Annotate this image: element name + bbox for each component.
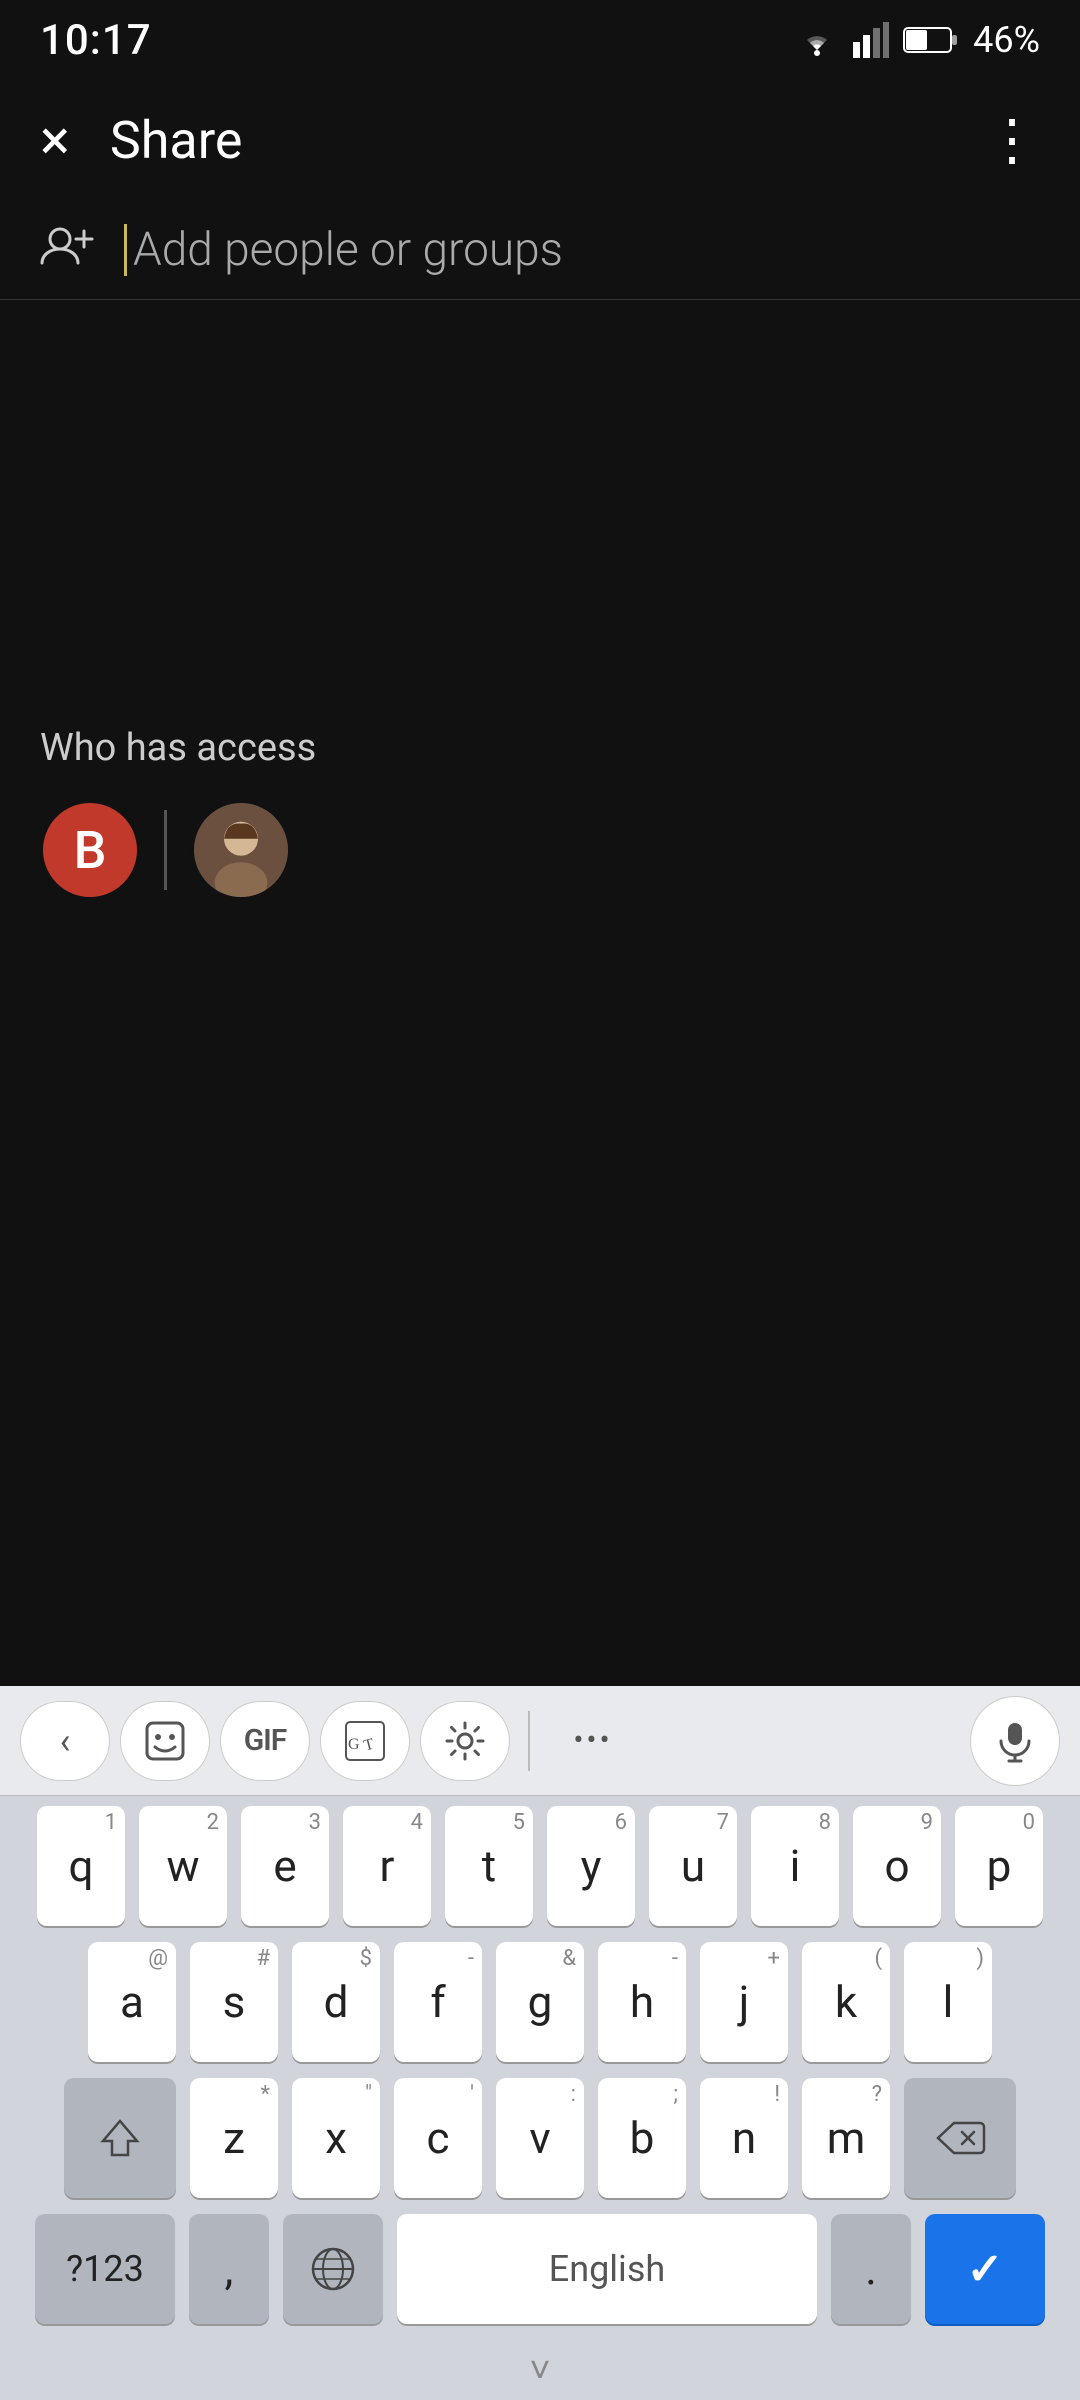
key-j[interactable]: +j	[700, 1942, 788, 2062]
battery-percent: 46%	[973, 19, 1040, 61]
key-x[interactable]: "x	[292, 2078, 380, 2198]
content-area: Who has access B	[0, 300, 1080, 940]
search-placeholder: Add people or groups	[133, 223, 563, 277]
wifi-icon	[795, 22, 839, 58]
keyboard-body: 1q 2w 3e 4r 5t 6y 7u 8i 9o 0p @a #s $d -…	[0, 1796, 1080, 2340]
home-indicator-area: ˅	[0, 2340, 1080, 2400]
status-icons: 46%	[795, 19, 1040, 61]
avatar-b: B	[40, 800, 140, 900]
key-u[interactable]: 7u	[649, 1806, 737, 1926]
period-key[interactable]: .	[831, 2214, 911, 2324]
enter-key[interactable]: ✓	[925, 2214, 1045, 2324]
access-avatars: B	[40, 800, 1040, 900]
text-cursor	[124, 224, 127, 276]
battery-icon	[903, 25, 959, 55]
search-row: Add people or groups	[0, 200, 1080, 300]
key-i[interactable]: 8i	[751, 1806, 839, 1926]
menu-button[interactable]: ⋮	[984, 107, 1040, 173]
access-section: Who has access B	[0, 696, 1080, 940]
gif-label: GIF	[244, 1723, 287, 1758]
page-title: Share	[110, 110, 944, 171]
close-button[interactable]: ×	[40, 112, 70, 168]
key-q[interactable]: 1q	[37, 1806, 125, 1926]
num-key[interactable]: ?123	[35, 2214, 175, 2324]
key-h[interactable]: -h	[598, 1942, 686, 2062]
translate-button[interactable]: G T	[320, 1701, 410, 1781]
sticker-icon	[143, 1719, 187, 1763]
key-g[interactable]: &g	[496, 1942, 584, 2062]
globe-key[interactable]	[283, 2214, 383, 2324]
key-row-3: *z "x 'c :v ;b !n ?m	[10, 2078, 1070, 2198]
back-chevron-icon: ‹	[60, 1720, 71, 1762]
avatar-photo	[191, 800, 291, 900]
key-w[interactable]: 2w	[139, 1806, 227, 1926]
gear-icon	[443, 1719, 487, 1763]
app-header: × Share ⋮	[0, 80, 1080, 200]
key-b[interactable]: ;b	[598, 2078, 686, 2198]
add-person-icon	[40, 219, 94, 280]
key-m[interactable]: ?m	[802, 2078, 890, 2198]
avatar-divider	[164, 810, 167, 890]
key-row-2: @a #s $d -f &g -h +j (k )l	[10, 1942, 1070, 2062]
sticker-button[interactable]	[120, 1701, 210, 1781]
key-s[interactable]: #s	[190, 1942, 278, 2062]
status-time: 10:17	[40, 16, 152, 65]
key-k[interactable]: (k	[802, 1942, 890, 2062]
key-f[interactable]: -f	[394, 1942, 482, 2062]
checkmark-icon: ✓	[967, 2243, 1004, 2295]
key-n[interactable]: !n	[700, 2078, 788, 2198]
microphone-icon	[993, 1719, 1037, 1763]
svg-text:T: T	[362, 1735, 376, 1754]
key-row-bottom: ?123 , English . ✓	[10, 2214, 1070, 2340]
key-d[interactable]: $d	[292, 1942, 380, 2062]
key-v[interactable]: :v	[496, 2078, 584, 2198]
keyboard-hide-chevron[interactable]: ˅	[529, 2349, 550, 2391]
key-e[interactable]: 3e	[241, 1806, 329, 1926]
settings-button[interactable]	[420, 1701, 510, 1781]
key-l[interactable]: )l	[904, 1942, 992, 2062]
dots-icon: •••	[573, 1723, 612, 1758]
toolbar-separator	[528, 1711, 530, 1771]
keyboard-container: ‹ GIF G T ••	[0, 1686, 1080, 2400]
avatar-person-svg	[194, 800, 288, 900]
key-o[interactable]: 9o	[853, 1806, 941, 1926]
backspace-key[interactable]	[904, 2078, 1016, 2198]
shift-key[interactable]	[64, 2078, 176, 2198]
status-bar: 10:17 46%	[0, 0, 1080, 80]
space-key[interactable]: English	[397, 2214, 817, 2324]
key-y[interactable]: 6y	[547, 1806, 635, 1926]
more-options-button[interactable]: •••	[548, 1701, 638, 1781]
signal-icon	[853, 22, 889, 58]
keyboard-back-button[interactable]: ‹	[20, 1701, 110, 1781]
access-label: Who has access	[40, 726, 1040, 770]
key-a[interactable]: @a	[88, 1942, 176, 2062]
svg-text:G: G	[348, 1736, 360, 1753]
translate-icon: G T	[343, 1719, 387, 1763]
search-input-area[interactable]: Add people or groups	[124, 223, 1040, 277]
globe-icon	[309, 2245, 357, 2293]
gif-button[interactable]: GIF	[220, 1701, 310, 1781]
key-c[interactable]: 'c	[394, 2078, 482, 2198]
keyboard-toolbar: ‹ GIF G T ••	[0, 1686, 1080, 1796]
key-r[interactable]: 4r	[343, 1806, 431, 1926]
comma-key[interactable]: ,	[189, 2214, 269, 2324]
microphone-button[interactable]	[970, 1696, 1060, 1786]
shift-icon	[97, 2115, 143, 2161]
key-t[interactable]: 5t	[445, 1806, 533, 1926]
key-row-1: 1q 2w 3e 4r 5t 6y 7u 8i 9o 0p	[10, 1806, 1070, 1926]
backspace-icon	[934, 2119, 986, 2157]
key-z[interactable]: *z	[190, 2078, 278, 2198]
key-p[interactable]: 0p	[955, 1806, 1043, 1926]
